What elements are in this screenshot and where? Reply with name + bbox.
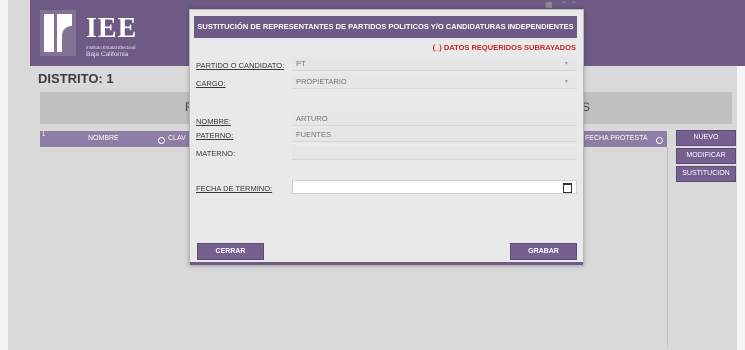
required-fields-note: (_) DATOS REQUERIDOS SUBRAYADOS: [432, 43, 576, 52]
cargo-select[interactable]: PROPIETARIO ▼: [292, 75, 577, 89]
logo-mark-icon: [40, 10, 76, 56]
partido-label: PARTIDO O CANDIDATO:: [196, 61, 285, 70]
nombre-value: ARTURO: [296, 114, 328, 123]
modificar-button[interactable]: MODIFICAR: [676, 148, 736, 164]
sustitucion-dialog: SUSTITUCIÓN DE REPRESENTANTES DE PARTIDO…: [189, 9, 584, 266]
fecha-termino-label: FECHA DE TERMINO:: [196, 184, 273, 193]
column-clave-header[interactable]: CLAV: [168, 135, 186, 142]
nombre-label: NOMBRE:: [196, 117, 232, 126]
partido-value: PT: [296, 59, 306, 68]
cerrar-button[interactable]: CERRAR: [197, 243, 264, 260]
sustitucion-button[interactable]: SUSTITUCION: [676, 166, 736, 182]
cargo-label: CARGO:: [196, 79, 226, 88]
column-nombre-header[interactable]: NOMBRE: [88, 135, 119, 142]
calendar-icon[interactable]: [563, 183, 572, 193]
grabar-button[interactable]: GRABAR: [510, 243, 577, 260]
partido-select[interactable]: PT ▼: [292, 57, 577, 71]
materno-label: MATERNO:: [196, 149, 236, 158]
nuevo-button[interactable]: NUEVO: [676, 130, 736, 146]
paterno-label: PATERNO:: [196, 131, 234, 140]
cargo-value: PROPIETARIO: [296, 77, 347, 86]
column-fecha-protesta-header[interactable]: FECHA PROTESTA: [585, 135, 648, 142]
nombre-input[interactable]: ARTURO: [292, 112, 577, 126]
paterno-input[interactable]: FUENTES: [292, 128, 577, 142]
dialog-bottom-border: [190, 262, 583, 265]
column-index-header[interactable]: 1: [42, 132, 45, 138]
fecha-termino-input[interactable]: [292, 180, 577, 194]
iee-logo: IEE Instituto Estatal Electoral Baja Cal…: [40, 10, 150, 58]
paterno-value: FUENTES: [296, 130, 332, 139]
dialog-title: SUSTITUCIÓN DE REPRESENTANTES DE PARTIDO…: [194, 16, 577, 38]
chevron-down-icon: ▼: [564, 61, 569, 67]
search-icon[interactable]: [158, 137, 165, 146]
chevron-down-icon: ▼: [564, 79, 569, 85]
logo-subtitle-state: Baja California: [86, 51, 129, 58]
window-controls-icon: ▦ ⌃⌃: [545, 0, 581, 9]
search-icon[interactable]: [656, 137, 663, 146]
logo-text: IEE: [86, 13, 138, 44]
materno-input[interactable]: [292, 146, 577, 160]
distrito-title: DISTRITO: 1: [38, 71, 114, 86]
logo-subtitle: Instituto Estatal Electoral: [86, 45, 136, 50]
